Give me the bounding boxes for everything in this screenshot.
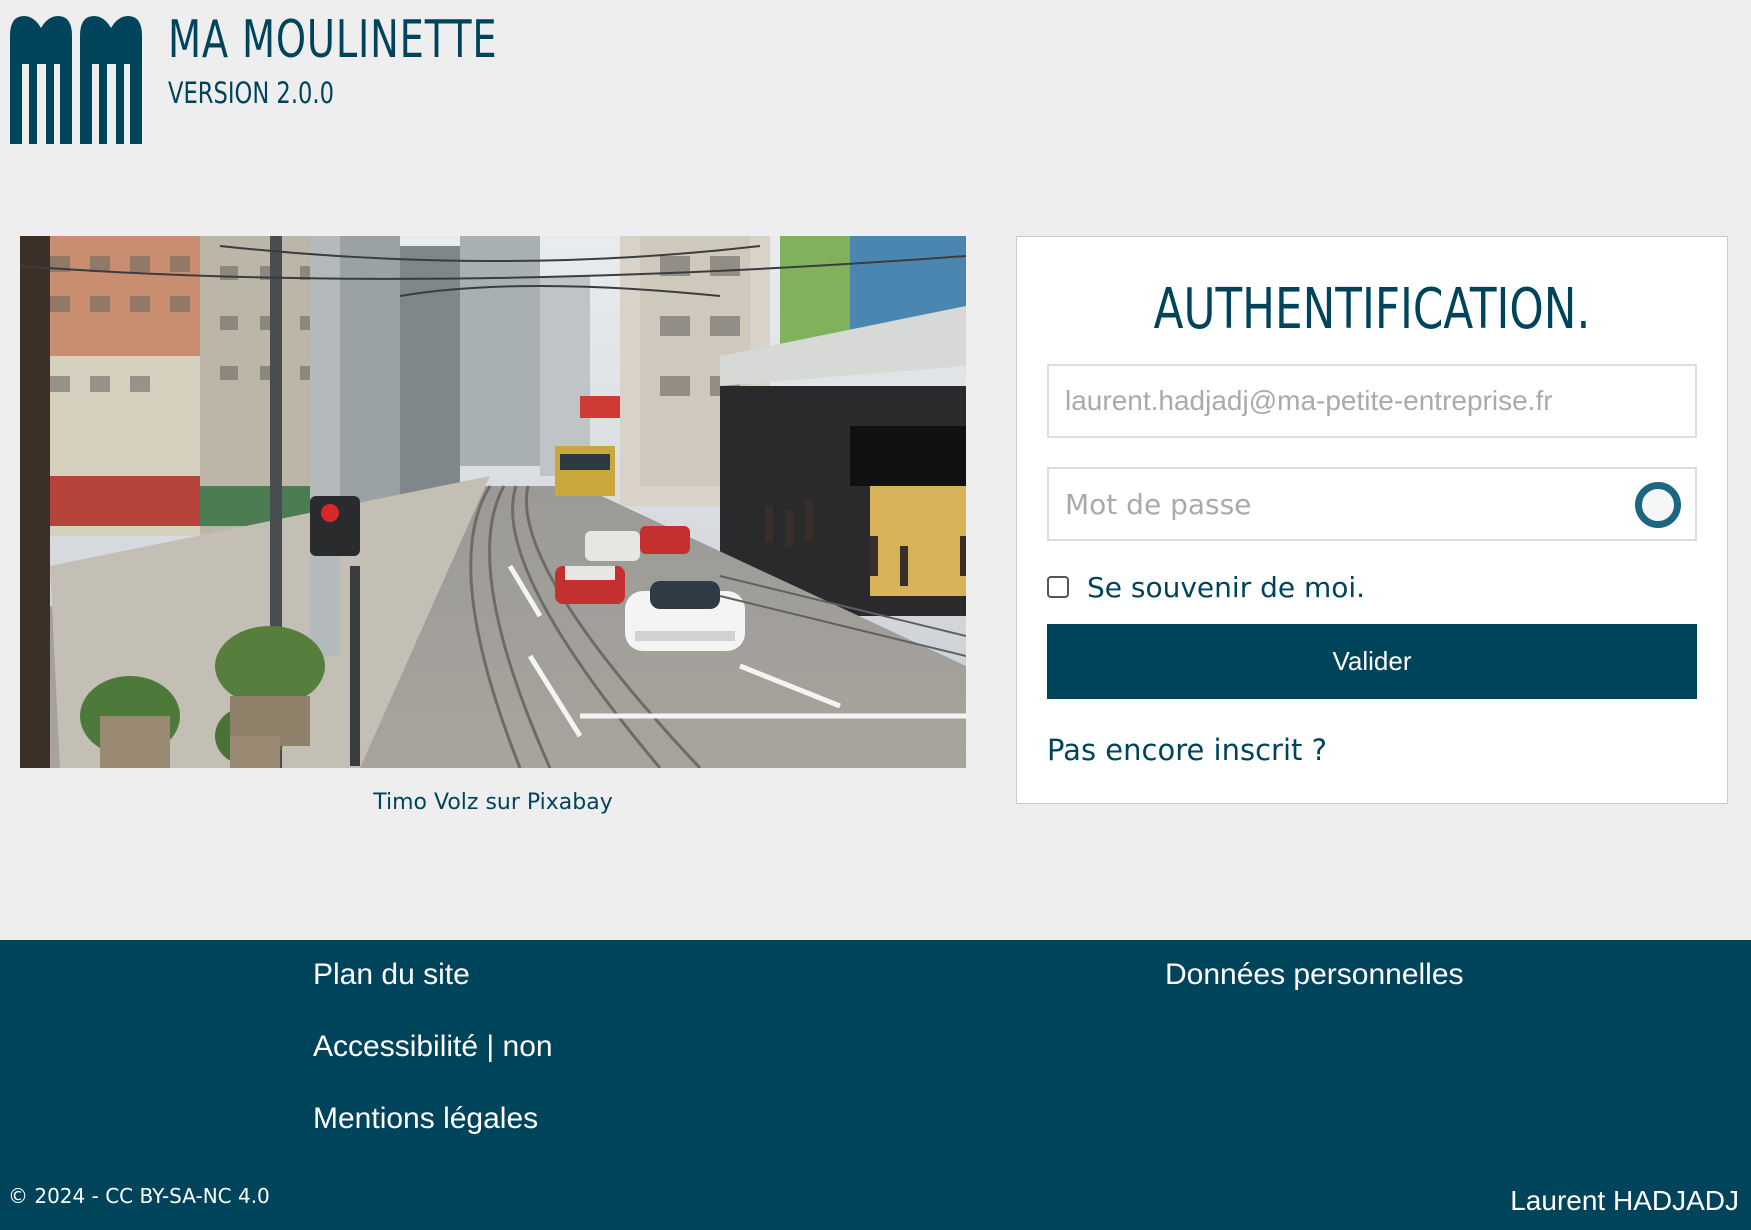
footer-link-accessibilite[interactable]: Accessibilité | non	[313, 1030, 553, 1064]
footer-copyright: © 2024 - CC BY-SA-NC 4.0	[8, 1184, 270, 1208]
app-version: VERSION 2.0.0	[168, 76, 334, 110]
page-footer: Plan du site Accessibilité | non Mention…	[0, 940, 1751, 1230]
submit-button[interactable]: Valider	[1047, 624, 1697, 699]
app-title: MA MOULINETTE	[168, 10, 498, 70]
mm-logo-icon[interactable]	[10, 14, 142, 144]
login-form: AUTHENTIFICATION. Se souvenir de moi. Va…	[1016, 236, 1728, 804]
register-link[interactable]: Pas encore inscrit ?	[1047, 733, 1327, 767]
eye-toggle-icon[interactable]	[1635, 482, 1681, 528]
photo-caption: Timo Volz sur Pixabay	[373, 790, 613, 815]
footer-link-mentions-legales[interactable]: Mentions légales	[313, 1102, 538, 1136]
login-title: AUTHENTIFICATION.	[1153, 277, 1591, 342]
page-header: MA MOULINETTE VERSION 2.0.0	[0, 0, 1751, 160]
email-field	[1047, 364, 1697, 438]
remember-me[interactable]: Se souvenir de moi.	[1047, 567, 1365, 607]
footer-link-plan-du-site[interactable]: Plan du site	[313, 958, 470, 992]
password-field	[1047, 467, 1697, 541]
remember-me-label: Se souvenir de moi.	[1087, 570, 1366, 604]
footer-author: Laurent HADJADJ	[1510, 1185, 1739, 1216]
footer-link-donnees-personnelles[interactable]: Données personnelles	[1165, 958, 1464, 992]
password-input[interactable]	[1049, 469, 1695, 539]
street-photo	[20, 236, 966, 768]
remember-me-checkbox[interactable]	[1047, 576, 1069, 598]
email-input[interactable]	[1049, 366, 1695, 436]
